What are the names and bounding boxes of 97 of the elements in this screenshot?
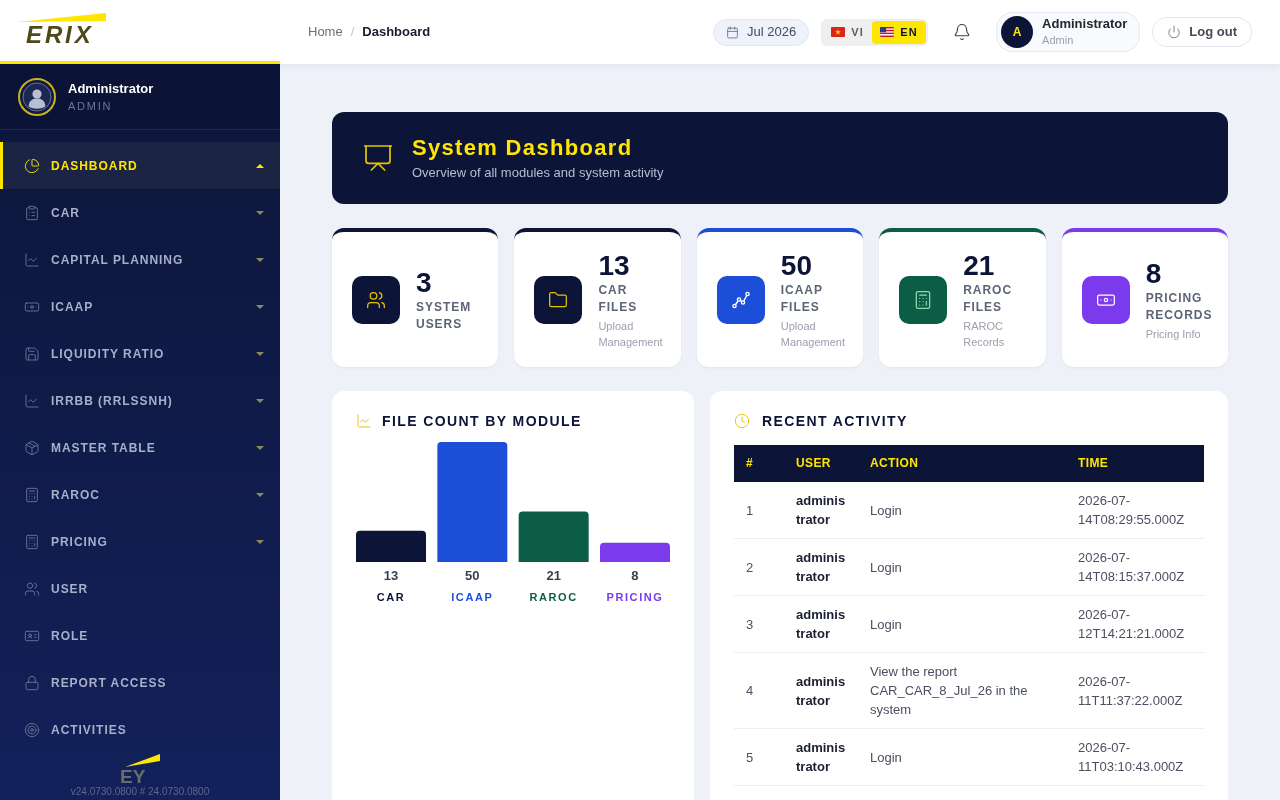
table-cell: 3 <box>734 595 784 653</box>
table-cell: View the report CAR_CAR_8_Jul_26 in the system <box>858 652 1066 729</box>
clock-icon <box>734 413 750 429</box>
table-cell: 2026-07-12T14:21:21.000Z <box>1066 595 1204 653</box>
stat-value: 13 <box>598 249 631 282</box>
nav-item[interactable]: RAROC <box>0 471 280 518</box>
presentation-board-icon <box>362 142 394 174</box>
logout-button[interactable]: Log out <box>1152 17 1252 47</box>
stat-value: 50 <box>780 249 813 282</box>
bar-label: ICAAP <box>451 591 494 603</box>
stat-note: Upload Management <box>598 318 664 350</box>
user-menu[interactable]: A Administrator Admin <box>996 12 1141 52</box>
breadcrumb-current: Dashboard <box>362 23 431 42</box>
nav-item[interactable]: MASTER TABLE <box>0 424 280 471</box>
line-chart-icon <box>356 413 372 429</box>
column-header: # <box>734 445 784 482</box>
avatar: A <box>1001 16 1034 48</box>
column-header: TIME <box>1066 445 1204 482</box>
stat-label: SYSTEM USERS <box>416 298 473 333</box>
table-cell: 5 <box>734 728 784 786</box>
nav-item[interactable]: ROLE <box>0 612 280 659</box>
calendar-icon <box>726 25 739 39</box>
language-option[interactable]: VI <box>823 20 873 44</box>
table-cell: 2026-07-14T08:29:55.000Z <box>1066 482 1204 539</box>
table-cell: 1 <box>734 482 784 539</box>
nav-item[interactable]: LIQUIDITY RATIO <box>0 330 280 377</box>
avatar-icon <box>18 77 56 116</box>
bar-value: 8 <box>631 568 639 583</box>
column-header: ACTION <box>858 445 1066 482</box>
table-cell: 4 <box>734 652 784 729</box>
table-cell: 2026-07-14T08:15:37.000Z <box>1066 538 1204 596</box>
banner-title: System Dashboard <box>412 134 634 162</box>
breadcrumb-link[interactable]: Home <box>308 22 343 42</box>
stat-note: RAROC Records <box>963 318 1006 350</box>
table-cell: administrator <box>784 482 858 539</box>
table-cell: administrator <box>784 538 858 596</box>
bar-label: PRICING <box>606 591 664 603</box>
stat-note: Pricing Info <box>1145 326 1202 342</box>
bar-value: 13 <box>383 568 399 583</box>
nav-item[interactable]: ACTIVITIES <box>0 706 280 753</box>
stat-value: 8 <box>1145 257 1163 290</box>
table-cell: administrator <box>784 728 858 786</box>
date-picker[interactable]: Jul 2026 <box>713 18 810 46</box>
table-cell: Login <box>858 538 1066 596</box>
target-icon <box>24 721 40 738</box>
line-chart-icon <box>24 251 40 268</box>
table-cell: Login <box>858 728 1066 786</box>
table-cell: 2 <box>734 538 784 596</box>
calculator-icon <box>24 533 40 550</box>
logo-swoosh-icon <box>125 754 160 767</box>
users-icon <box>24 580 40 597</box>
card-title: FILE COUNT BY MODULE <box>382 411 582 431</box>
stat-value: 3 <box>416 266 433 299</box>
pie-chart-icon <box>24 157 40 174</box>
table-cell: Login <box>858 482 1066 539</box>
language-option[interactable]: EN <box>872 20 927 44</box>
table-cell: Login <box>858 595 1066 653</box>
column-header: USER <box>784 445 858 482</box>
nav-item[interactable]: DASHBOARD <box>0 142 280 189</box>
logo-text: ERIX <box>26 23 94 47</box>
version-text: v24.0730.0800 # 24.0730.0800 <box>70 786 210 798</box>
nav-item[interactable]: REPORT ACCESS <box>0 659 280 706</box>
calculator-icon <box>24 486 40 503</box>
nav-item[interactable]: ICAAP <box>0 283 280 330</box>
stat-note: Upload Management <box>780 318 847 350</box>
breadcrumb-separator: / <box>350 23 355 42</box>
nav-item[interactable]: PRICING <box>0 518 280 565</box>
banner-subtitle: Overview of all modules and system activity <box>412 164 664 182</box>
table-cell: administrator <box>784 595 858 653</box>
stat-value: 21 <box>963 249 996 282</box>
box-icon <box>24 439 40 456</box>
power-icon <box>1167 25 1182 39</box>
lock-icon <box>24 674 40 691</box>
bar-label: RAROC <box>529 591 578 603</box>
bell-icon <box>953 23 972 41</box>
nav-item[interactable]: CAPITAL PLANNING <box>0 236 280 283</box>
bar-label: CAR <box>376 591 406 603</box>
clipboard-icon <box>24 204 40 221</box>
stat-label: ICAAP FILES <box>780 281 824 316</box>
flag-icon <box>831 27 846 37</box>
profile-role: ADMIN <box>68 98 114 114</box>
table-cell: 2026-07-11T11:37:22.000Z <box>1066 652 1204 729</box>
nav-item[interactable]: CAR <box>0 189 280 236</box>
bar-value: 21 <box>546 568 561 583</box>
card-title: RECENT ACTIVITY <box>762 411 908 431</box>
stat-label: PRICING RECORDS <box>1145 289 1214 324</box>
stat-label: RAROC FILES <box>963 281 1014 316</box>
bar-value: 50 <box>465 568 480 583</box>
stat-label: CAR FILES <box>598 281 639 316</box>
flag-icon <box>880 27 895 37</box>
profile-name: Administrator <box>68 79 154 98</box>
footer-logo-text: EY <box>120 768 147 786</box>
nav-item[interactable]: USER <box>0 565 280 612</box>
nav-item[interactable]: IRRBB (RRLSSNH) <box>0 377 280 424</box>
table-cell: administrator <box>784 652 858 729</box>
line-chart-icon <box>24 392 40 409</box>
table-cell: 2026-07-11T03:10:43.000Z <box>1066 728 1204 786</box>
